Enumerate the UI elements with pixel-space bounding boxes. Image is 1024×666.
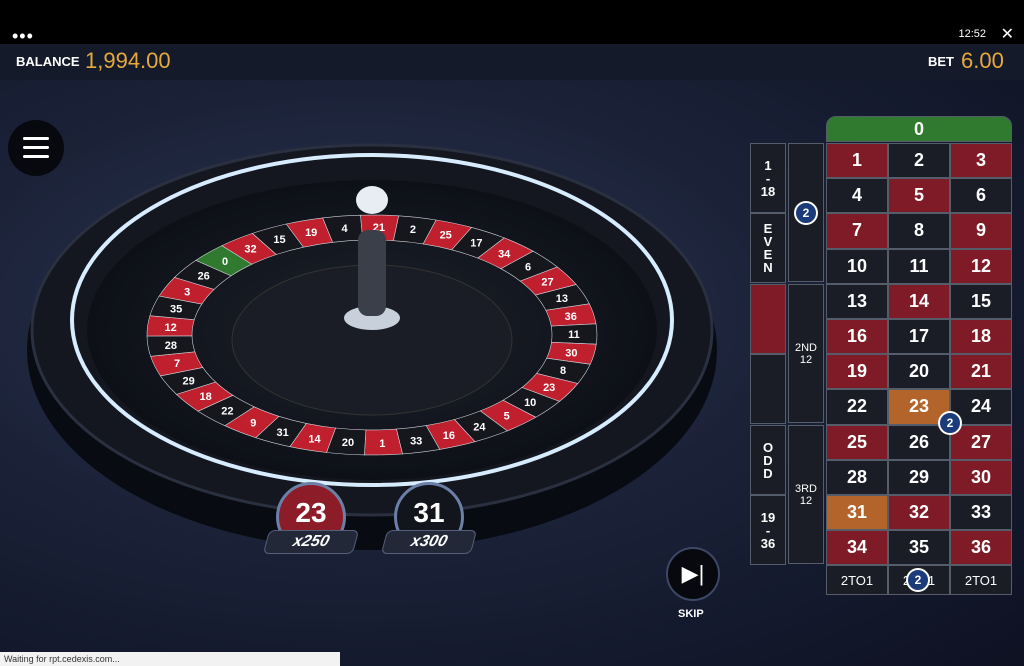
clock: 12:52 xyxy=(958,28,986,40)
game-stage xyxy=(0,80,1024,666)
result-badge: 31 x300 xyxy=(380,482,478,560)
result-badge: 23 x250 xyxy=(262,482,360,560)
bet-label: BET xyxy=(928,54,954,69)
info-bar: BALANCE 1,994.00 BET 6.00 xyxy=(0,44,1024,80)
menu-line-icon xyxy=(23,146,49,149)
top-bar: ••• 12:52 ✕ xyxy=(0,0,1024,46)
menu-line-icon xyxy=(23,155,49,158)
skip-label: SKIP xyxy=(678,608,704,620)
close-icon[interactable]: ✕ xyxy=(1001,24,1014,44)
menu-button[interactable] xyxy=(8,120,64,176)
result-multiplier: x300 xyxy=(380,530,478,554)
menu-line-icon xyxy=(23,137,49,140)
bet-value: 6.00 xyxy=(961,48,1004,73)
skip-forward-icon: ▶| xyxy=(681,561,705,586)
result-multiplier: x250 xyxy=(262,530,360,554)
skip-button[interactable]: ▶| xyxy=(666,547,720,601)
balance-value: 1,994.00 xyxy=(85,48,171,73)
balance-label: BALANCE xyxy=(16,54,80,69)
status-bar: Waiting for rpt.cedexis.com... xyxy=(0,652,340,666)
